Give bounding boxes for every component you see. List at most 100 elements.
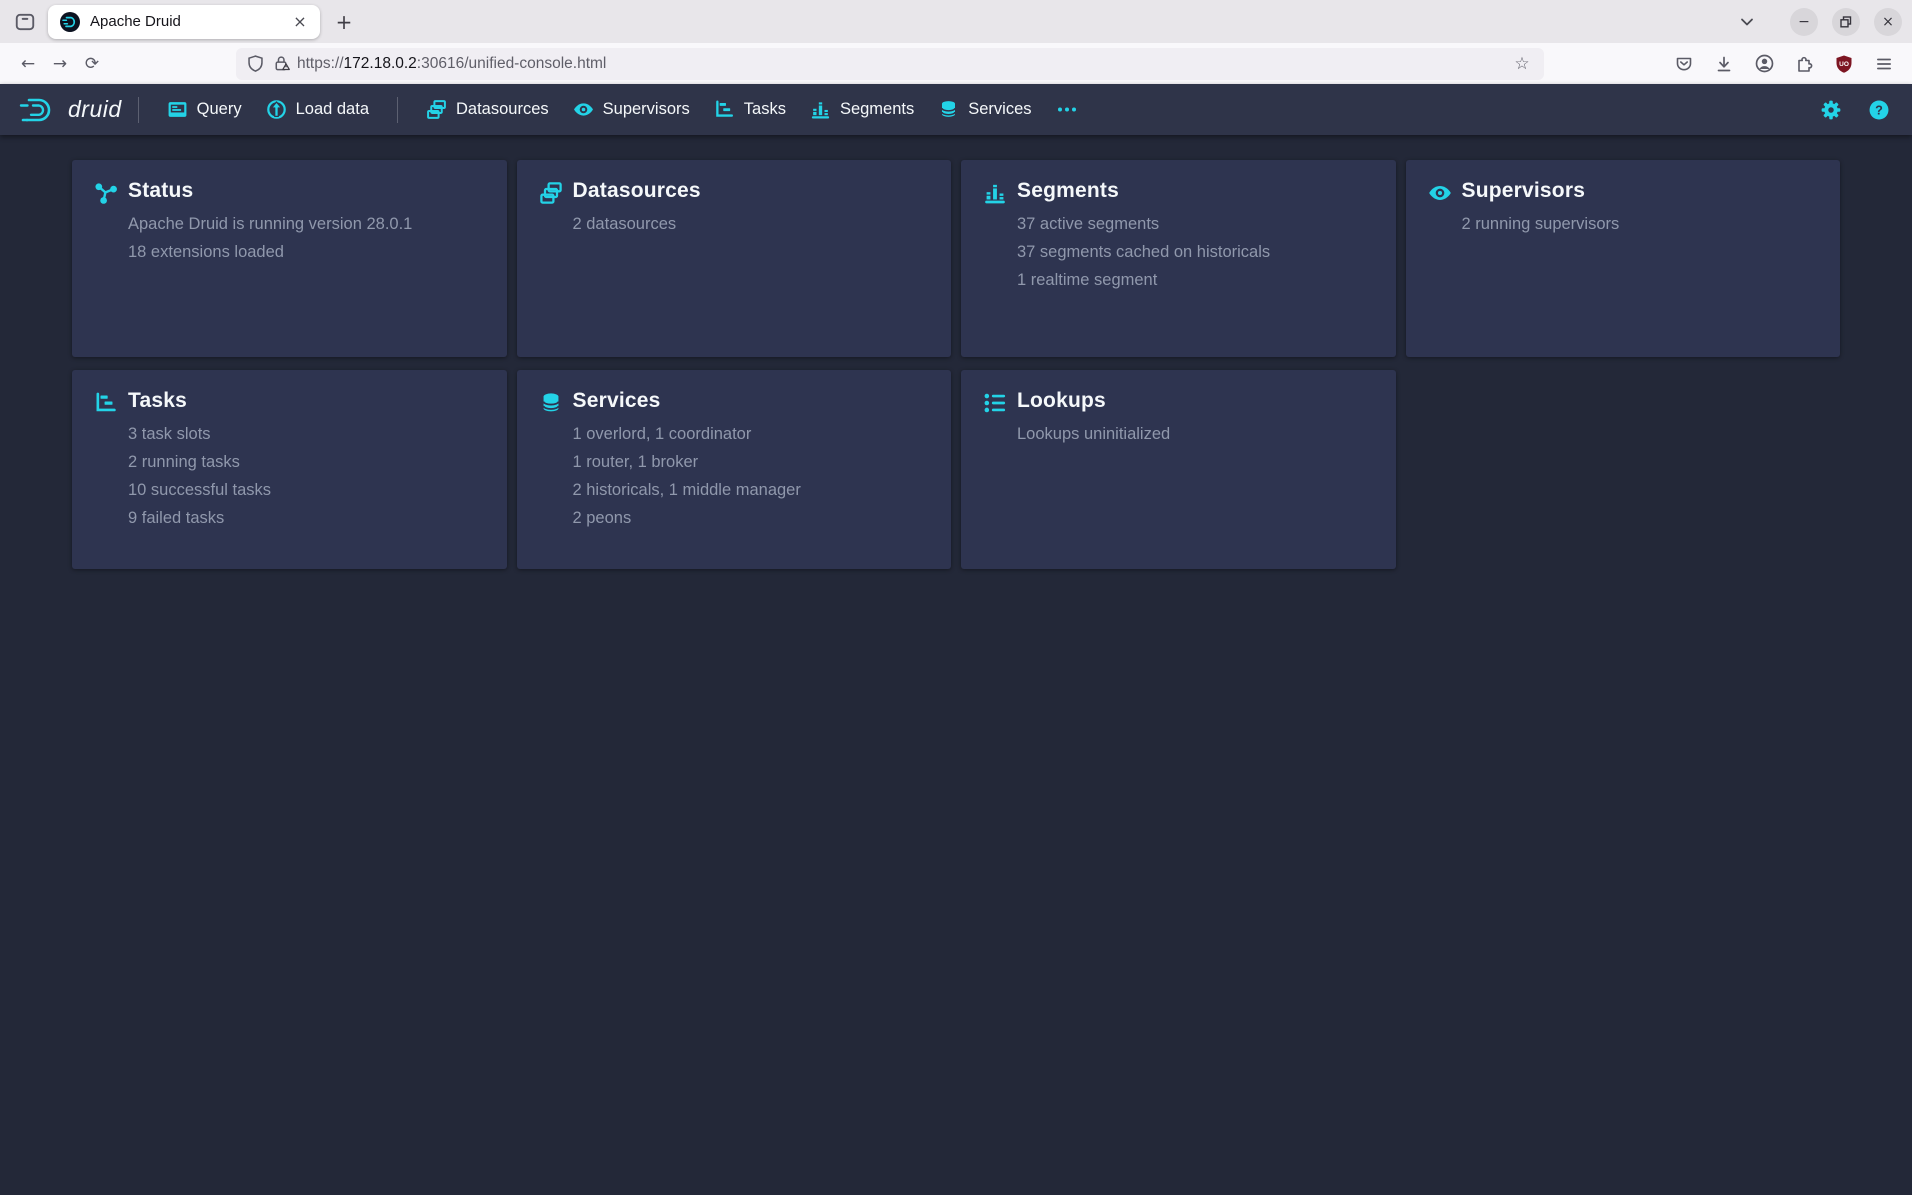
tasks-card[interactable]: Tasks 3 task slots 2 running tasks 10 succ… [72,370,507,569]
nav-label: Query [197,100,242,119]
card-stat-line: Apache Druid is running version 28.0.1 [128,214,412,234]
druid-favicon [60,12,80,32]
nav-label: Load data [296,100,369,119]
graph-icon [94,181,118,205]
druid-navbar: druid Query Load data [0,84,1912,135]
new-tab-button[interactable]: + [328,6,360,38]
nav-label: Tasks [744,100,786,119]
restore-button[interactable] [1832,8,1860,36]
nav-item-tasks[interactable]: Tasks [702,92,798,127]
gear-icon [1820,99,1842,121]
database-icon [539,391,563,415]
bookmark-star-button[interactable]: ☆ [1508,50,1536,78]
services-card[interactable]: Services 1 overlord, 1 coordinator 1 rout… [517,370,952,569]
pocket-button[interactable] [1668,48,1700,80]
card-stat-line: 10 successful tasks [128,480,271,500]
nav-label: Supervisors [603,100,690,119]
card-stats: 1 overlord, 1 coordinator 1 router, 1 bro… [573,424,801,528]
card-stats: Apache Druid is running version 28.0.1 18… [128,214,412,262]
card-title: Segments [1017,178,1270,204]
card-stat-line: 1 realtime segment [1017,270,1270,290]
navbar-divider [138,97,139,123]
home-view: Status Apache Druid is running version 2… [0,135,1912,1195]
list-all-tabs-button[interactable] [1732,7,1762,37]
card-stats: Lookups uninitialized [1017,424,1170,444]
card-stat-line: 1 router, 1 broker [573,452,801,472]
nav-item-segments[interactable]: Segments [798,92,926,127]
eye-icon [573,99,594,120]
reload-button[interactable]: ⟳ [76,48,108,80]
account-icon [1754,53,1775,74]
segmented-bars-icon [983,181,1007,205]
settings-button[interactable] [1816,95,1846,125]
browser-tab[interactable]: Apache Druid × [48,5,320,39]
forward-button[interactable]: → [44,48,76,80]
firefox-view-button[interactable] [8,5,42,39]
extensions-button[interactable] [1788,48,1820,80]
tab-title: Apache Druid [90,13,288,30]
datasources-card[interactable]: Datasources 2 datasources [517,160,952,357]
account-button[interactable] [1748,48,1780,80]
properties-list-icon [983,391,1007,415]
nav-label: Datasources [456,100,549,119]
card-stat-line: 1 overlord, 1 coordinator [573,424,801,444]
segments-card[interactable]: Segments 37 active segments37 segments c… [961,160,1396,357]
card-title: Supervisors [1462,178,1620,204]
download-icon [1714,54,1734,74]
card-stat-line: Lookups uninitialized [1017,424,1170,444]
tabbar-right-controls: − × [1732,7,1902,37]
help-button[interactable]: ? [1864,95,1894,125]
tab-close-button[interactable]: × [288,10,312,34]
url-bar[interactable]: https://172.18.0.2:30616/unified-console… [236,48,1544,80]
card-stat-line: 2 running supervisors [1462,214,1620,234]
extensions-puzzle-icon [1794,54,1814,74]
gantt-chart-icon [714,99,735,120]
card-stat-line: 3 task slots [128,424,271,444]
nav-item-services[interactable]: Services [926,92,1043,127]
menu-button[interactable] [1868,48,1900,80]
gantt-chart-icon [94,391,118,415]
lookups-card[interactable]: Lookups Lookups uninitialized [961,370,1396,569]
svg-text:?: ? [1875,103,1883,117]
card-stat-line: 2 running tasks [128,452,271,472]
downloads-button[interactable] [1708,48,1740,80]
card-stat-line: 2 peons [573,508,801,528]
svg-text:UO: UO [1839,60,1849,67]
card-title: Lookups [1017,388,1170,414]
druid-swirl-icon [18,95,60,125]
nav-item-query[interactable]: Query [155,92,254,127]
card-title: Tasks [128,388,271,414]
hamburger-icon [1874,54,1894,74]
nav-item-supervisors[interactable]: Supervisors [561,92,702,127]
card-stats: 2 running supervisors [1462,214,1620,234]
nav-item-datasources[interactable]: Datasources [414,92,561,127]
database-icon [938,99,959,120]
layered-rects-icon [426,99,447,120]
chevron-down-icon [1739,14,1755,30]
help-icon: ? [1868,99,1890,121]
nav-more-button[interactable] [1044,92,1090,127]
card-stat-line: 2 historicals, 1 middle manager [573,480,801,500]
back-button[interactable]: ← [12,48,44,80]
card-title: Services [573,388,801,414]
supervisors-card[interactable]: Supervisors 2 running supervisors [1406,160,1841,357]
druid-logo[interactable]: druid [18,95,122,125]
nav-item-load-data[interactable]: Load data [254,92,381,127]
navbar-right-controls: ? [1816,95,1894,125]
brand-name: druid [68,96,122,123]
browser-tab-bar: Apache Druid × + − × [0,0,1912,43]
layered-rects-icon [539,181,563,205]
eye-icon [1428,181,1452,205]
application-icon [167,99,188,120]
minimize-button[interactable]: − [1790,8,1818,36]
nav-label: Segments [840,100,914,119]
url-path: :30616/unified-console.html [417,55,607,72]
ublock-button[interactable]: UO [1828,48,1860,80]
lock-warning-icon[interactable] [272,54,291,73]
tracking-shield-icon[interactable] [246,54,265,73]
card-stat-line: 18 extensions loaded [128,242,412,262]
close-button[interactable]: × [1874,8,1902,36]
status-card[interactable]: Status Apache Druid is running version 2… [72,160,507,357]
ellipsis-icon [1056,99,1078,120]
navbar-divider [397,97,398,123]
